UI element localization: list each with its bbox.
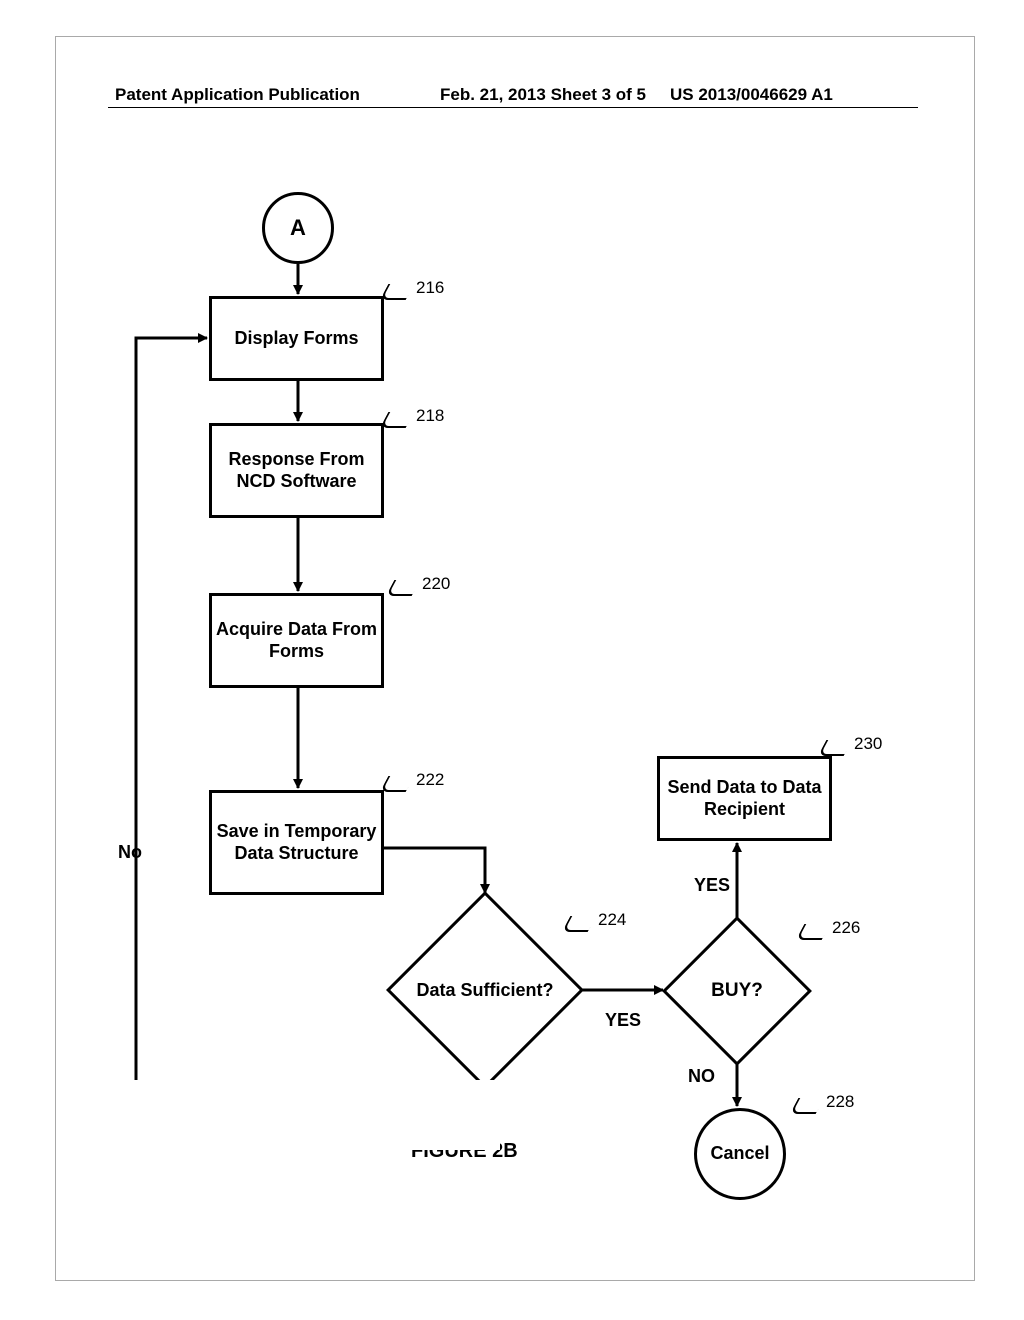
leader-icon — [384, 412, 408, 426]
connector-a: A — [262, 192, 334, 264]
terminator-cancel: Cancel — [694, 1108, 786, 1200]
ref-228: 228 — [826, 1092, 854, 1112]
ref-230: 230 — [854, 734, 882, 754]
leader-icon — [566, 916, 590, 930]
process-send-data: Send Data to Data Recipient — [657, 756, 832, 841]
leader-icon — [390, 580, 414, 594]
ref-220: 220 — [422, 574, 450, 594]
process-response-ncd: Response From NCD Software — [209, 423, 384, 518]
leader-icon — [794, 1098, 818, 1112]
ref-218: 218 — [416, 406, 444, 426]
edge-label-yes-sufficient: YES — [605, 1010, 641, 1031]
leader-icon — [822, 740, 846, 754]
flowchart-stage: A Display Forms 216 Response From NCD So… — [0, 0, 1024, 1320]
process-acquire-data: Acquire Data From Forms — [209, 593, 384, 688]
leader-icon — [384, 284, 408, 298]
process-save-temp: Save in Temporary Data Structure — [209, 790, 384, 895]
decision-buy: BUY? — [684, 938, 790, 1044]
decision-data-sufficient: Data Sufficient? — [415, 920, 555, 1060]
ref-222: 222 — [416, 770, 444, 790]
edge-label-no-loopback: No — [118, 842, 142, 863]
flowchart-arrows — [0, 0, 1024, 1320]
ref-216: 216 — [416, 278, 444, 298]
edge-label-yes-buy: YES — [694, 875, 730, 896]
flowchart-arrows-fix — [0, 0, 1024, 1320]
leader-icon — [800, 924, 824, 938]
decision-label: BUY? — [684, 938, 790, 1044]
figure-caption: FIGURE 2B — [411, 1140, 518, 1163]
process-display-forms: Display Forms — [209, 296, 384, 381]
decision-label: Data Sufficient? — [415, 920, 555, 1060]
ref-224: 224 — [598, 910, 626, 930]
edge-label-no-buy: NO — [688, 1066, 715, 1087]
ref-226: 226 — [832, 918, 860, 938]
leader-icon — [384, 776, 408, 790]
